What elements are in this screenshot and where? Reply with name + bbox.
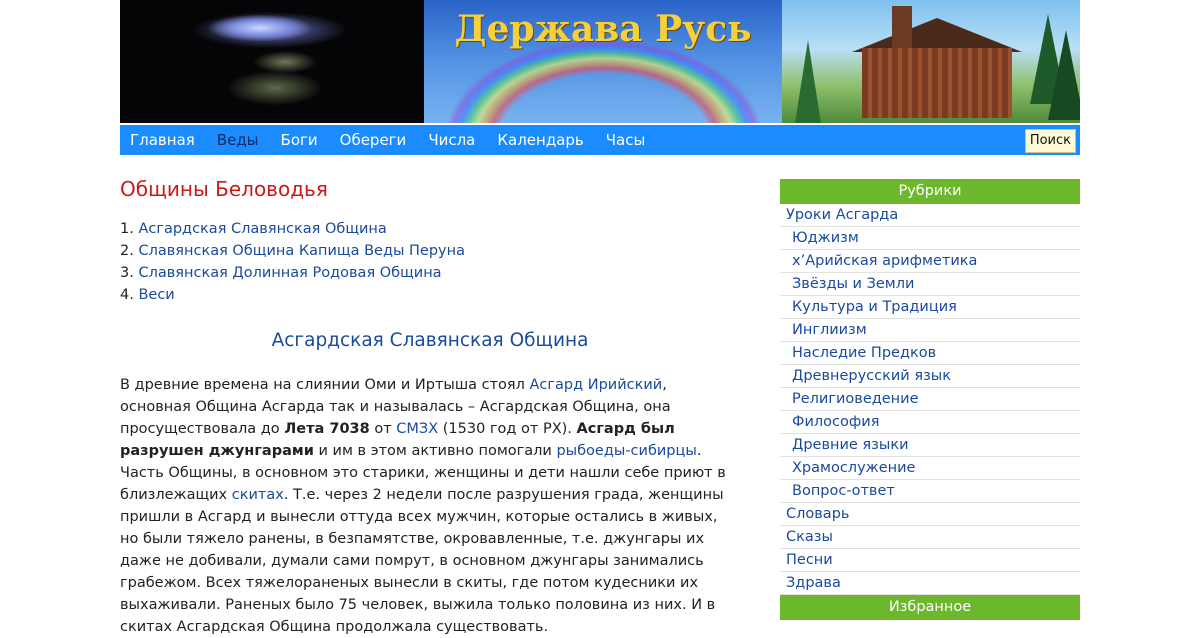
toc-link[interactable]: Славянская Долинная Родовая Община xyxy=(138,265,441,281)
nav-item-vedas[interactable]: Веды xyxy=(207,125,271,155)
site-header: Держава Русь xyxy=(120,0,1080,123)
banner-title-area: Держава Русь xyxy=(424,0,782,123)
paragraph-text: (1530 год от РХ). xyxy=(438,421,577,437)
toc-link[interactable]: Асгардская Славянская Община xyxy=(138,221,386,237)
toc-link[interactable]: Веси xyxy=(138,287,174,303)
tree-shape xyxy=(1048,30,1080,120)
rubrics-list: Уроки Асгарда Юджизм х’Арийская арифмети… xyxy=(780,204,1080,595)
section-title: Асгардская Славянская Община xyxy=(271,330,589,351)
toc-link[interactable]: Славянская Община Капища Веды Перуна xyxy=(138,243,465,259)
link-ryboedy[interactable]: рыбоеды-сибирцы xyxy=(556,443,696,459)
sidebar-item-ancient-languages[interactable]: Древние языки xyxy=(780,434,1080,457)
paragraph-bold: Лета 7038 xyxy=(284,421,370,437)
favorites-heading: Избранное xyxy=(780,595,1080,620)
toc-item: 4. Веси xyxy=(120,284,740,306)
paragraph-text: и им в этом активно помогали xyxy=(313,443,557,459)
toc-number: 2. xyxy=(120,243,134,259)
tree-shape xyxy=(794,40,822,123)
banner-image-temple xyxy=(782,0,1080,123)
page: Держава Русь Главная Веды Боги Обереги Ч… xyxy=(120,0,1080,635)
rubrics-heading: Рубрики xyxy=(780,179,1080,204)
toc-item: 2. Славянская Община Капища Веды Перуна xyxy=(120,240,740,262)
link-smzh[interactable]: СМЗХ xyxy=(396,421,438,437)
sidebar-item-songs[interactable]: Песни xyxy=(780,549,1080,572)
nav-item-calendar[interactable]: Календарь xyxy=(487,125,595,155)
nav-item-clock[interactable]: Часы xyxy=(596,125,658,155)
sidebar-item-qa[interactable]: Вопрос-ответ xyxy=(780,480,1080,503)
nav-item-numbers[interactable]: Числа xyxy=(418,125,487,155)
paragraph-text: от xyxy=(369,421,397,437)
sidebar-item-ingliizm[interactable]: Инглиизм xyxy=(780,319,1080,342)
banner-image-cosmos xyxy=(120,0,424,123)
sidebar-item-heritage[interactable]: Наследие Предков xyxy=(780,342,1080,365)
toc-number: 1. xyxy=(120,221,134,237)
paragraph-text: . Т.е. через 2 недели после разрушения г… xyxy=(120,487,724,635)
sidebar-item-philosophy[interactable]: Философия xyxy=(780,411,1080,434)
sidebar: Рубрики Уроки Асгарда Юджизм х’Арийская … xyxy=(780,179,1080,620)
sidebar-item-religion[interactable]: Религиоведение xyxy=(780,388,1080,411)
site-title[interactable]: Держава Русь xyxy=(424,8,782,50)
sidebar-item-tales[interactable]: Сказы xyxy=(780,526,1080,549)
sidebar-item-old-russian[interactable]: Древнерусский язык xyxy=(780,365,1080,388)
temple-tower xyxy=(892,6,912,50)
article-paragraph: В древние времена на слиянии Оми и Иртыш… xyxy=(120,374,740,638)
sidebar-item-culture[interactable]: Культура и Традиция xyxy=(780,296,1080,319)
nav-item-gods[interactable]: Боги xyxy=(271,125,330,155)
paragraph-text: В древние времена на слиянии Оми и Иртыш… xyxy=(120,377,530,393)
sidebar-item-arithmetic[interactable]: х’Арийская арифметика xyxy=(780,250,1080,273)
toc-item: 1. Асгардская Славянская Община xyxy=(120,218,740,240)
nav-item-amulets[interactable]: Обереги xyxy=(330,125,419,155)
sidebar-item-stars[interactable]: Звёзды и Земли xyxy=(780,273,1080,296)
page-title: Общины Беловодья xyxy=(120,177,328,201)
sidebar-item-health[interactable]: Здрава xyxy=(780,572,1080,595)
main-nav: Главная Веды Боги Обереги Числа Календар… xyxy=(120,125,1080,155)
search-button[interactable]: Поиск xyxy=(1024,129,1076,153)
link-asgard[interactable]: Асгард Ирийский xyxy=(530,377,663,393)
temple-roof xyxy=(852,18,1022,52)
toc-number: 4. xyxy=(120,287,134,303)
sidebar-item-judzhizm[interactable]: Юджизм xyxy=(780,227,1080,250)
toc-item: 3. Славянская Долинная Родовая Община xyxy=(120,262,740,284)
link-skity[interactable]: скитах xyxy=(232,487,284,503)
toc-number: 3. xyxy=(120,265,134,281)
main-content: Общины Беловодья 1. Асгардская Славянска… xyxy=(120,172,740,638)
sidebar-item-dictionary[interactable]: Словарь xyxy=(780,503,1080,526)
table-of-contents: 1. Асгардская Славянская Община 2. Славя… xyxy=(120,218,740,306)
sidebar-item-temple-service[interactable]: Храмослужение xyxy=(780,457,1080,480)
sidebar-item-lessons[interactable]: Уроки Асгарда xyxy=(780,204,1080,227)
temple-building xyxy=(862,48,1012,118)
nav-item-home[interactable]: Главная xyxy=(120,125,207,155)
